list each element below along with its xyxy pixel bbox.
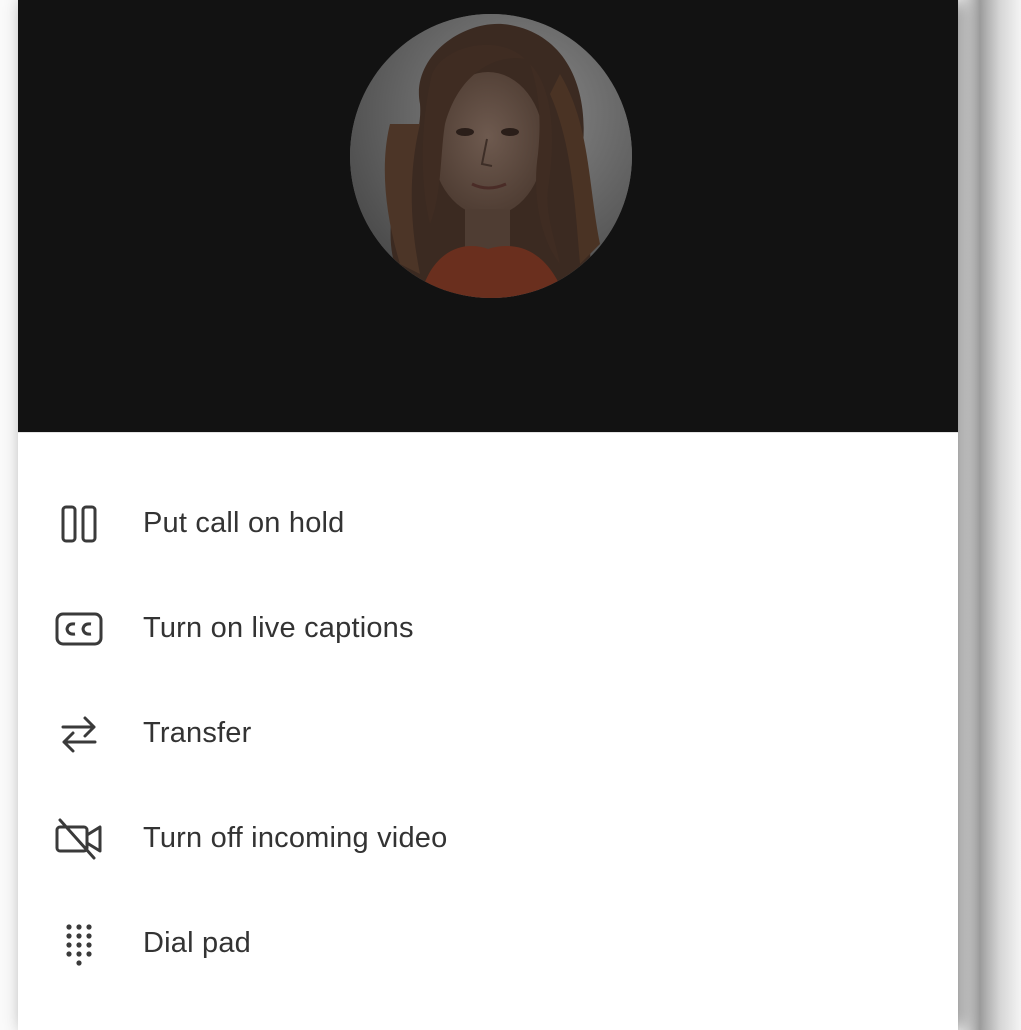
menu-item-turn-off-incoming-video[interactable]: Turn off incoming video [18, 786, 958, 891]
call-options-sheet: Put call on hold Turn on live captions T… [18, 432, 958, 1030]
menu-item-label: Turn off incoming video [143, 822, 448, 854]
menu-item-label: Transfer [143, 717, 252, 749]
menu-item-put-call-on-hold[interactable]: Put call on hold [18, 471, 958, 576]
caller-avatar [350, 14, 632, 298]
menu-item-turn-on-live-captions[interactable]: Turn on live captions [18, 576, 958, 681]
call-window: Put call on hold Turn on live captions T… [18, 0, 958, 1030]
dial-pad-icon [54, 919, 104, 969]
menu-item-label: Put call on hold [143, 507, 345, 539]
caller-avatar-photo [350, 14, 632, 298]
screenshot-frame: Put call on hold Turn on live captions T… [0, 0, 1021, 1030]
pause-icon [54, 499, 104, 549]
video-off-icon [54, 814, 104, 864]
call-options-menu: Put call on hold Turn on live captions T… [18, 471, 958, 996]
menu-item-label: Dial pad [143, 927, 251, 959]
closed-captions-icon [54, 604, 104, 654]
call-stage [18, 0, 958, 432]
menu-item-dial-pad[interactable]: Dial pad [18, 891, 958, 996]
transfer-arrows-icon [54, 709, 104, 759]
menu-item-label: Turn on live captions [143, 612, 414, 644]
menu-item-transfer[interactable]: Transfer [18, 681, 958, 786]
